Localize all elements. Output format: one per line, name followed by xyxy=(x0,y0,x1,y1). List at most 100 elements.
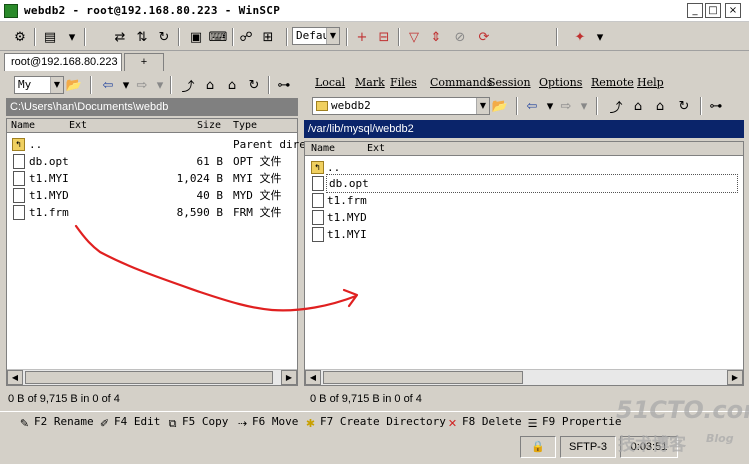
right-column-header: Name Ext xyxy=(305,142,743,156)
home-icon[interactable]: ⌂ xyxy=(650,96,670,116)
left-panel-toolbar: My ▼ 📂 ⇦ ▾ ⇨ ▾ ⤴ ⌂ ⌂ ↻ ⊶ xyxy=(6,73,298,97)
edit-button[interactable]: ✐ F4 Edit xyxy=(98,414,160,430)
file-name: .. xyxy=(327,161,341,174)
menu-local[interactable]: Local xyxy=(315,76,345,89)
file-type: FRM 文件 xyxy=(233,206,282,219)
col-ext[interactable]: Ext xyxy=(69,119,87,133)
refresh-icon[interactable]: ↻ xyxy=(674,96,694,116)
close-button[interactable]: × xyxy=(725,3,741,18)
col-type[interactable]: Type xyxy=(233,119,257,133)
sessions-icon[interactable]: ☍ xyxy=(236,27,256,47)
queue-icon[interactable]: ▤ xyxy=(40,27,60,47)
tree-icon[interactable]: ⊶ xyxy=(274,75,294,95)
parent-dir-icon[interactable]: ⤴ xyxy=(606,96,626,116)
menu-files[interactable]: Files xyxy=(390,76,417,89)
table-row[interactable]: t1.MYD 40 B MYD 文件 xyxy=(7,187,297,204)
scroll-right-icon[interactable]: ▶ xyxy=(727,370,743,385)
refresh-icon[interactable]: ↻ xyxy=(244,75,264,95)
forward-icon[interactable]: ⇨ xyxy=(556,96,576,116)
transfer-preset-select[interactable]: Defau ▼ xyxy=(292,27,340,45)
parent-dir-icon[interactable]: ⤴ xyxy=(178,75,198,95)
left-column-header: Name Ext Size Type xyxy=(7,119,297,133)
scroll-left-icon[interactable]: ◀ xyxy=(305,370,321,385)
right-horizontal-scrollbar[interactable]: ◀ ▶ xyxy=(305,369,743,385)
table-row[interactable]: t1.frm xyxy=(305,192,743,209)
open-folder-icon[interactable]: 📂 xyxy=(490,96,510,116)
left-drive-select[interactable]: My ▼ xyxy=(14,76,64,94)
table-row[interactable]: ↰ .. Parent dire xyxy=(7,136,306,153)
minimize-button[interactable]: _ xyxy=(687,3,703,18)
right-file-list[interactable]: Name Ext ↰ .. db.opt t1.frm t1.MYD t1.MY… xyxy=(304,141,744,386)
select-all-icon[interactable]: ⊟ xyxy=(374,27,394,47)
copy-button[interactable]: ⧉ F5 Copy xyxy=(166,414,229,430)
forward-dropdown-icon[interactable]: ▾ xyxy=(574,96,594,116)
table-row[interactable]: db.opt 61 B OPT 文件 xyxy=(7,153,297,170)
table-row[interactable]: t1.MYD xyxy=(305,209,743,226)
refresh-icon[interactable]: ↻ xyxy=(154,27,174,47)
scroll-thumb[interactable] xyxy=(323,371,523,384)
create-directory-button[interactable]: ✱ F7 Create Directory xyxy=(304,414,446,430)
col-ext[interactable]: Ext xyxy=(367,142,385,156)
file-icon xyxy=(13,188,25,203)
back-icon[interactable]: ⇦ xyxy=(98,75,118,95)
menu-session[interactable]: Session xyxy=(488,76,531,89)
forward-icon[interactable]: ⇨ xyxy=(132,75,152,95)
properties-button[interactable]: ☰ F9 Propertie xyxy=(526,414,622,430)
table-row[interactable]: t1.frm 8,590 B FRM 文件 xyxy=(7,204,297,221)
reload-icon[interactable]: ⟳ xyxy=(474,27,494,47)
open-folder-icon[interactable]: 📂 xyxy=(64,75,84,95)
rename-button[interactable]: ✎ F2 Rename xyxy=(18,414,94,430)
tree-icon[interactable]: ⊶ xyxy=(706,96,726,116)
forward-dropdown-icon[interactable]: ▾ xyxy=(150,75,170,95)
filter-icon[interactable]: ▽ xyxy=(404,27,424,47)
left-horizontal-scrollbar[interactable]: ◀ ▶ xyxy=(7,369,297,385)
parent-dir-icon: ↰ xyxy=(311,161,324,174)
synchronize-icon[interactable]: ⇄ xyxy=(110,27,130,47)
col-size[interactable]: Size xyxy=(197,119,221,133)
site-manager-icon[interactable]: ⊞ xyxy=(258,27,278,47)
col-name[interactable]: Name xyxy=(11,119,35,133)
home-icon[interactable]: ⌂ xyxy=(222,75,242,95)
scroll-thumb[interactable] xyxy=(25,371,273,384)
copy-icon: ⧉ xyxy=(168,417,177,430)
menu-help[interactable]: Help xyxy=(637,76,664,89)
queue-dropdown-icon[interactable]: ▾ xyxy=(62,27,82,47)
table-row[interactable]: t1.MYI xyxy=(305,226,743,243)
scroll-left-icon[interactable]: ◀ xyxy=(7,370,23,385)
copy-label: F5 Copy xyxy=(182,415,229,428)
table-row[interactable]: db.opt xyxy=(305,174,743,193)
col-name[interactable]: Name xyxy=(311,142,335,156)
add-icon[interactable]: + xyxy=(352,27,372,47)
menu-options[interactable]: Options xyxy=(539,76,582,89)
swap-icon[interactable]: ⇕ xyxy=(426,27,446,47)
disconnect-icon[interactable]: ✦ xyxy=(570,27,590,47)
putty-icon[interactable]: ⌨ xyxy=(208,27,228,47)
back-icon[interactable]: ⇦ xyxy=(522,96,542,116)
rename-icon: ✎ xyxy=(19,417,30,430)
maximize-button[interactable]: □ xyxy=(705,3,721,18)
tab-new-session[interactable]: + xyxy=(124,53,164,71)
menu-commands[interactable]: Commands xyxy=(430,76,492,89)
session-dropdown-icon[interactable]: ▾ xyxy=(590,27,610,47)
table-row[interactable]: t1.MYI 1,024 B MYI 文件 xyxy=(7,170,297,187)
move-button[interactable]: ⇢ F6 Move xyxy=(236,414,298,430)
file-icon xyxy=(13,154,25,169)
delete-button[interactable]: ✕ F8 Delete xyxy=(446,414,522,430)
main-toolbar: ⚙ ▤ ▾ ⇄ ⇅ ↻ ▣ ⌨ ☍ ⊞ Defau ▼ + ⊟ ▽ ⇕ ⊘ ⟳ … xyxy=(0,23,749,51)
root-dir-icon[interactable]: ⌂ xyxy=(628,96,648,116)
menu-mark[interactable]: Mark xyxy=(355,76,385,89)
right-directory-select[interactable]: webdb2 ▼ xyxy=(312,97,490,115)
left-file-list[interactable]: Name Ext Size Type ↰ .. Parent dire db.o… xyxy=(6,118,306,386)
menu-remote[interactable]: Remote xyxy=(591,76,634,89)
cancel-icon[interactable]: ⊘ xyxy=(450,27,470,47)
title-bar: webdb2 - root@192.168.80.223 - WinSCP _ … xyxy=(0,0,749,22)
root-dir-icon[interactable]: ⌂ xyxy=(200,75,220,95)
compare-icon[interactable]: ⇅ xyxy=(132,27,152,47)
preferences-gear-icon[interactable]: ⚙ xyxy=(10,27,30,47)
scroll-right-icon[interactable]: ▶ xyxy=(281,370,297,385)
table-row[interactable]: ↰ .. xyxy=(305,159,743,176)
terminal-icon[interactable]: ▣ xyxy=(186,27,206,47)
winscp-app-icon xyxy=(4,4,18,18)
tab-session[interactable]: root@192.168.80.223 xyxy=(4,53,122,71)
file-name: t1.frm xyxy=(327,194,367,207)
